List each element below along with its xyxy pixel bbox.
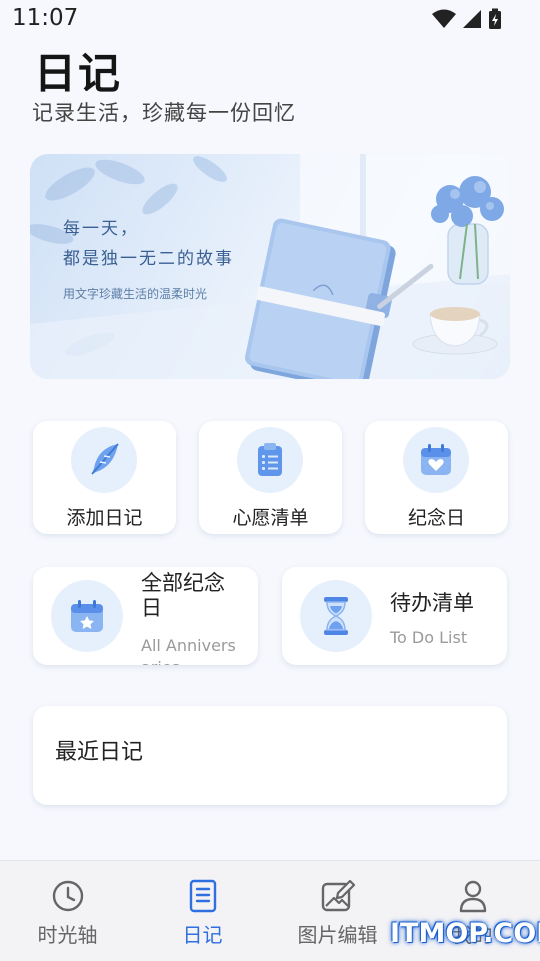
add-diary-icon-wrap	[71, 427, 137, 493]
image-edit-icon	[321, 879, 355, 912]
nav-diary[interactable]: 日记	[135, 861, 270, 961]
todo-list-icon-wrap	[300, 580, 372, 652]
hourglass-icon	[324, 597, 348, 635]
status-time: 11:07	[12, 5, 79, 31]
all-anniversaries-card[interactable]: 全部纪念日 All Anniversaries	[33, 567, 258, 665]
todo-list-title: 待办清单	[390, 591, 474, 615]
hero-banner[interactable]: 每一天， 都是独一无二的故事 用文字珍藏生活的温柔时光	[30, 154, 510, 379]
calendar-star-icon	[71, 600, 103, 632]
status-icons	[432, 8, 502, 30]
clipboard-icon	[258, 443, 282, 476]
recent-diary-card[interactable]: 最近日记	[33, 706, 507, 805]
wish-list-label: 心愿清单	[232, 507, 309, 529]
page-subtitle: 记录生活，珍藏每一份回忆	[32, 101, 296, 125]
anniversary-card[interactable]: 纪念日	[365, 421, 508, 534]
todo-list-card[interactable]: 待办清单 To Do List	[282, 567, 507, 665]
add-diary-label: 添加日记	[66, 507, 143, 529]
banner-caption: 用文字珍藏生活的温柔时光	[63, 287, 208, 301]
battery-icon	[489, 8, 501, 29]
nav-image-edit-label: 图片编辑	[297, 923, 378, 947]
user-icon	[459, 880, 486, 913]
clock-icon	[52, 880, 83, 912]
all-anniversaries-title: 全部纪念日	[141, 571, 225, 620]
notebook-icon	[189, 879, 216, 913]
recent-diary-title: 最近日记	[55, 740, 144, 765]
wifi-icon	[432, 9, 456, 28]
todo-list-subtitle: To Do List	[390, 628, 468, 647]
nav-image-edit[interactable]: 图片编辑	[270, 861, 405, 961]
anniversary-label: 纪念日	[407, 507, 465, 529]
feather-icon	[91, 443, 119, 475]
anniversary-icon-wrap	[403, 427, 469, 493]
calendar-heart-icon	[421, 444, 451, 475]
nav-timeline-label: 时光轴	[37, 923, 98, 947]
all-anniversaries-icon-wrap	[51, 580, 123, 652]
site-watermark: ITMOP.COM	[390, 918, 540, 949]
banner-line-1: 每一天，	[63, 219, 139, 239]
signal-icon	[463, 10, 481, 28]
page-title: 日记	[34, 49, 123, 98]
all-anniversaries-subtitle: All Anniversaries	[141, 636, 236, 665]
banner-line-2: 都是独一无二的故事	[63, 249, 234, 269]
wish-list-icon-wrap	[237, 427, 303, 493]
nav-diary-label: 日记	[182, 923, 223, 947]
status-bar: 11:07	[0, 0, 540, 38]
add-diary-card[interactable]: 添加日记	[33, 421, 176, 534]
wish-list-card[interactable]: 心愿清单	[199, 421, 342, 534]
nav-timeline[interactable]: 时光轴	[0, 861, 135, 961]
